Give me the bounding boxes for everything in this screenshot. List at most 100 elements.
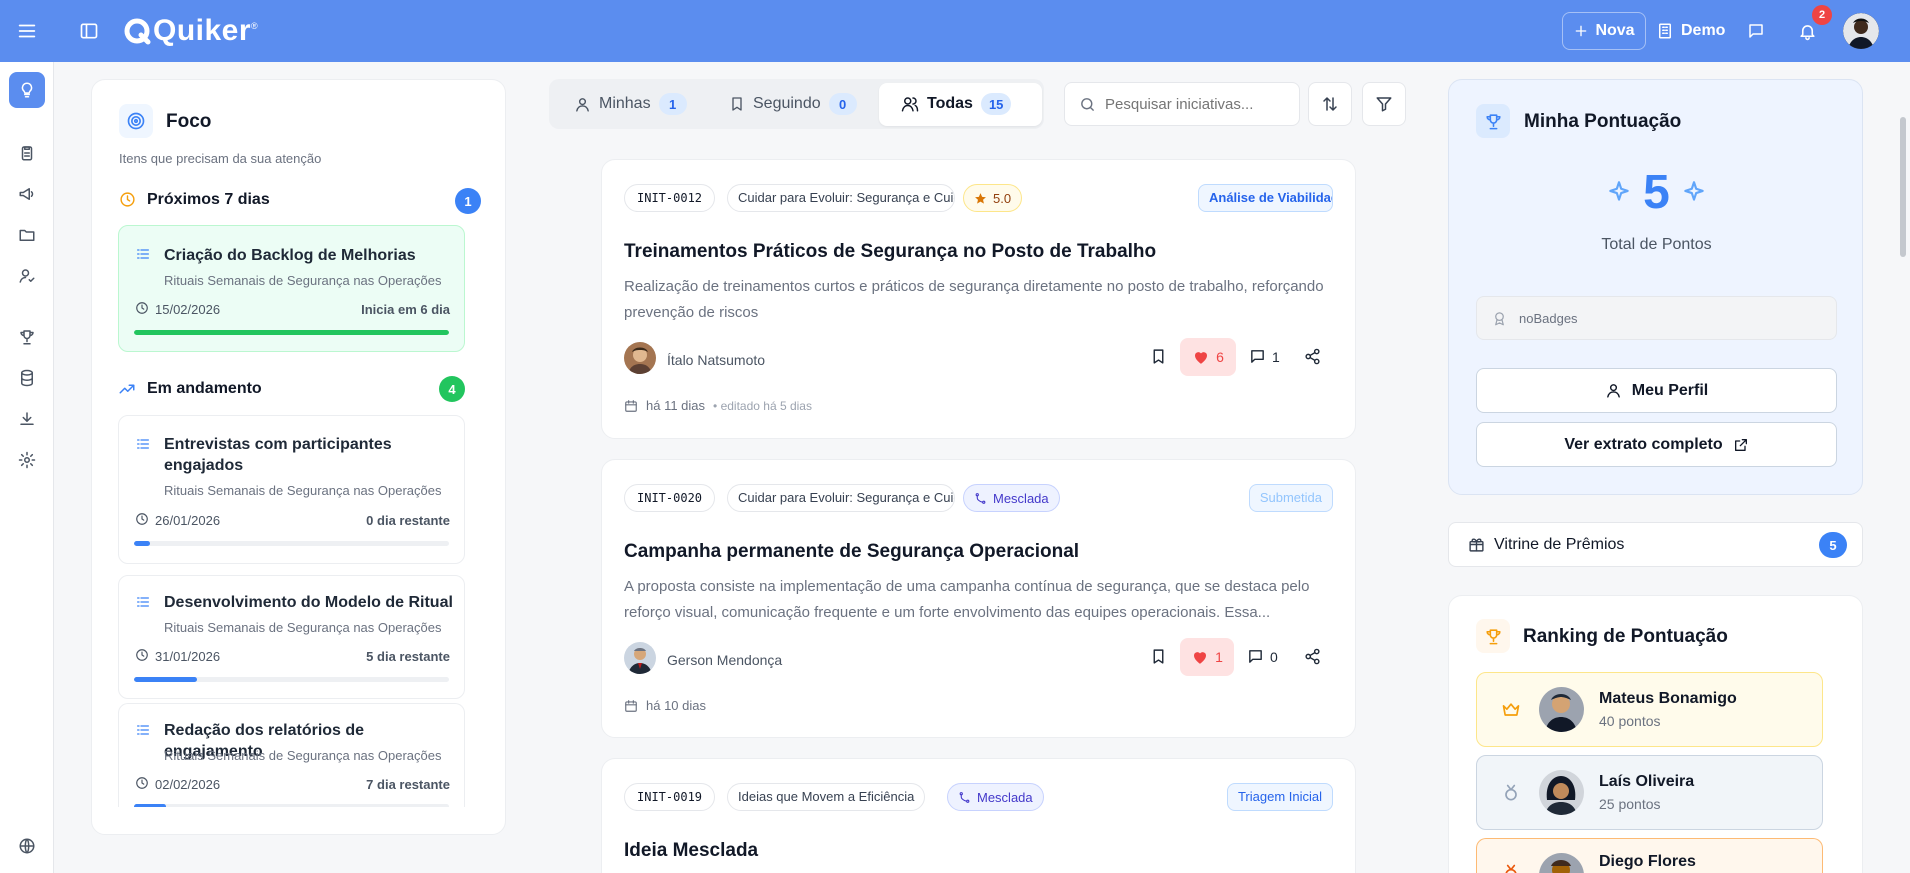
share-icon: [1305, 648, 1320, 665]
sidebar-toggle-icon[interactable]: [74, 16, 104, 46]
merged-tag: Mesclada: [947, 783, 1044, 811]
initiative-code: INIT-0019: [624, 783, 716, 811]
top-header: Quiker ® Nova Demo 2: [0, 0, 1910, 62]
workspace-selector[interactable]: Demo: [1656, 12, 1725, 50]
like-button[interactable]: 1: [1180, 638, 1234, 676]
next-7-days-count: 1: [455, 188, 481, 214]
share-icon: [1305, 348, 1320, 365]
gift-icon: [1469, 538, 1484, 552]
rail-megaphone-icon[interactable]: [9, 176, 45, 212]
prizes-count: 5: [1819, 532, 1847, 558]
user-icon: [1606, 384, 1620, 398]
ranking-entry[interactable]: Mateus Bonamigo 40 pontos: [1476, 672, 1823, 747]
initiative-card[interactable]: INIT-0020 Cuidar para Evoluir: Segurança…: [601, 459, 1356, 738]
share-button[interactable]: [1304, 348, 1321, 365]
tab-seguindo[interactable]: Seguindo 0: [729, 82, 857, 126]
bookmark-icon: [1153, 649, 1164, 664]
stage-badge: Triagem Inicial: [1226, 783, 1333, 811]
rail-settings-gear-icon[interactable]: [9, 442, 45, 478]
challenge-chip[interactable]: Cuidar para Evoluir: Segurança e Cuidado: [727, 184, 955, 212]
star-icon: [975, 192, 986, 204]
initiative-title[interactable]: Treinamentos Práticos de Segurança no Po…: [624, 241, 1156, 263]
rail-clipboard-icon[interactable]: [9, 135, 45, 171]
rail-ideas-lightbulb-icon[interactable]: [9, 72, 45, 108]
rail-folder-icon[interactable]: [9, 217, 45, 253]
rail-trophy-icon[interactable]: [9, 319, 45, 355]
view-statement-button[interactable]: Ver extrato completo: [1476, 422, 1837, 467]
initiative-card[interactable]: INIT-0012 Cuidar para Evoluir: Segurança…: [601, 159, 1356, 439]
author-name[interactable]: Ítalo Natsumoto: [667, 352, 765, 368]
calendar-icon: [625, 399, 637, 412]
merged-tag: Mesclada: [963, 484, 1060, 512]
search-input[interactable]: [1105, 93, 1290, 115]
prizes-showcase-row[interactable]: Vitrine de Prêmios 5: [1448, 522, 1863, 567]
sort-button[interactable]: [1308, 82, 1352, 126]
merge-icon: [975, 492, 986, 504]
sort-arrows-icon: [1323, 97, 1337, 111]
bookmark-button[interactable]: [1150, 348, 1167, 365]
focus-item[interactable]: Criação do Backlog de Melhorias Rituais …: [118, 225, 465, 352]
like-button[interactable]: 6: [1180, 338, 1236, 376]
page-scrollbar[interactable]: [1900, 117, 1906, 257]
user-icon: [576, 97, 589, 112]
external-link-icon: [1734, 438, 1747, 451]
initiative-card[interactable]: INIT-0019 Ideias que Movem a Eficiência …: [601, 758, 1356, 873]
ranking-entry[interactable]: Diego Flores: [1476, 838, 1823, 873]
stage-badge: Submetida: [1248, 484, 1333, 512]
comments-button[interactable]: 0: [1247, 648, 1278, 665]
tab-todas[interactable]: Todas 15: [901, 82, 1012, 126]
progress-bar: [134, 541, 449, 546]
left-rail: [0, 62, 54, 873]
author-avatar: [624, 642, 656, 674]
user-avatar[interactable]: [1843, 13, 1879, 49]
challenge-chip[interactable]: Cuidar para Evoluir: Segurança e Cuidado: [727, 484, 955, 512]
crown-icon: [1502, 703, 1520, 716]
tab-minhas[interactable]: Minhas 1: [574, 82, 687, 126]
focus-item[interactable]: Desenvolvimento do Modelo de Ritual Ritu…: [118, 575, 465, 699]
edited-note: • editado há 5 dias: [713, 398, 812, 413]
users-icon: [901, 97, 919, 112]
filter-button[interactable]: [1362, 82, 1406, 126]
comment-icon: [1249, 650, 1262, 663]
rail-database-icon[interactable]: [9, 360, 45, 396]
my-profile-button[interactable]: Meu Perfil: [1476, 368, 1837, 413]
focus-subtitle: Itens que precisam da sua atenção: [119, 151, 322, 166]
created-date: há 11 dias • editado há 5 dias: [624, 398, 812, 413]
ranking-trophy-icon: [1476, 619, 1510, 653]
badges-area: noBadges: [1476, 296, 1837, 340]
share-button[interactable]: [1304, 648, 1321, 665]
initiative-code: INIT-0012: [624, 184, 716, 212]
building-icon: [1659, 23, 1671, 39]
clock-icon: [136, 777, 148, 789]
ranking-entry[interactable]: Laís Oliveira 25 pontos: [1476, 755, 1823, 830]
trending-up-icon: [119, 384, 135, 394]
heart-icon: [1194, 652, 1207, 664]
initiative-title[interactable]: Ideia Mesclada: [624, 840, 758, 862]
bookmark-icon: [1153, 349, 1164, 364]
comment-icon: [1251, 350, 1264, 363]
focus-target-icon: [119, 104, 153, 138]
calendar-icon: [625, 699, 637, 712]
new-button[interactable]: Nova: [1562, 12, 1646, 50]
focus-item[interactable]: Redação dos relatórios de engajamento Ri…: [118, 703, 465, 807]
menu-icon[interactable]: [12, 16, 42, 46]
sparkle-right-icon: [1684, 181, 1704, 201]
ranking-title: Ranking de Pontuação: [1523, 626, 1728, 647]
rail-globe-icon[interactable]: [9, 828, 45, 864]
logo[interactable]: Quiker ®: [122, 11, 258, 51]
comments-button[interactable]: 1: [1249, 348, 1280, 365]
focus-item[interactable]: Entrevistas com participantes engajados …: [118, 415, 465, 564]
logo-trademark: ®: [251, 21, 258, 31]
focus-title: Foco: [166, 111, 212, 132]
bookmark-button[interactable]: [1150, 648, 1167, 665]
author-name[interactable]: Gerson Mendonça: [667, 652, 782, 668]
chat-icon[interactable]: [1741, 16, 1771, 46]
rail-user-check-icon[interactable]: [9, 258, 45, 294]
challenge-chip[interactable]: Ideias que Movem a Eficiência: [727, 783, 926, 811]
initiative-code: INIT-0020: [624, 484, 716, 512]
rail-download-icon[interactable]: [9, 401, 45, 437]
search-box[interactable]: [1064, 82, 1300, 126]
initiative-title[interactable]: Campanha permanente de Segurança Operaci…: [624, 541, 1079, 563]
rating-chip: 5.0: [963, 184, 1023, 212]
logo-text: Quiker: [153, 14, 252, 47]
